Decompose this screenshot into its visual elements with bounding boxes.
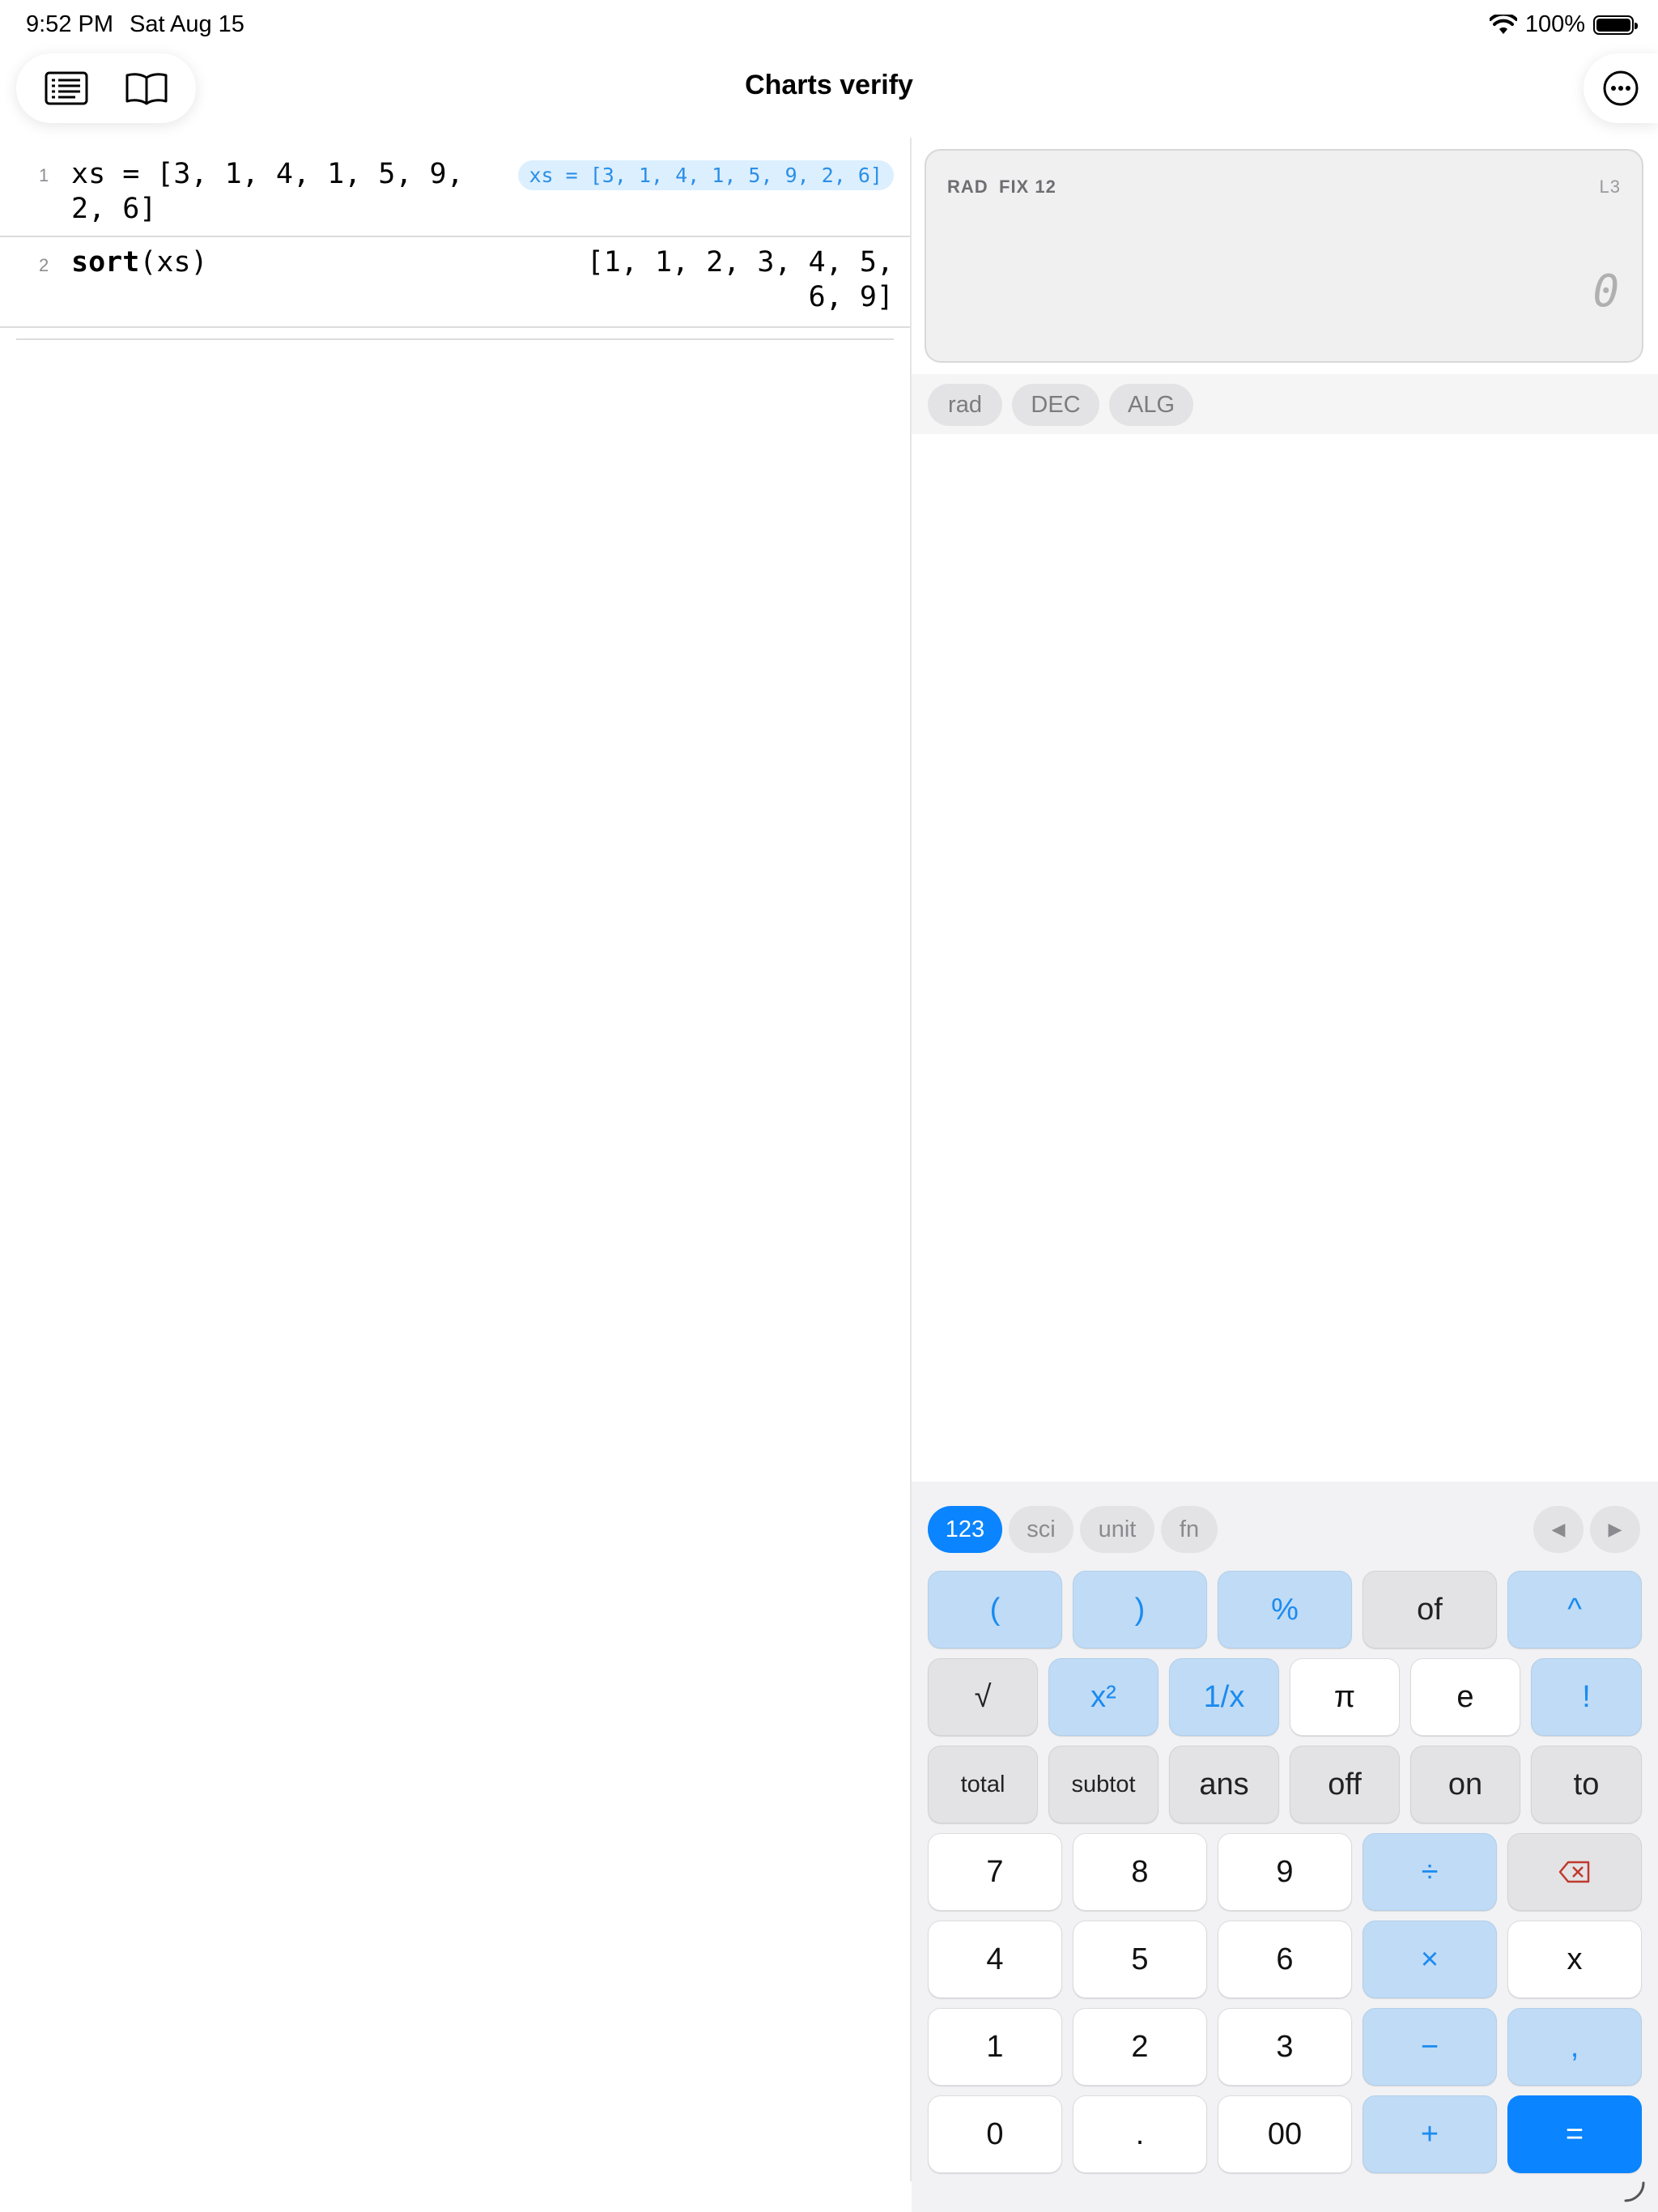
resize-handle-icon[interactable] — [1622, 2180, 1647, 2204]
key-3[interactable]: 3 — [1218, 2008, 1352, 2086]
line-code[interactable]: sort(xs) — [71, 245, 208, 280]
key-e[interactable]: e — [1410, 1658, 1520, 1736]
more-button[interactable] — [1584, 53, 1658, 123]
mode-chip-bar: rad DEC ALG — [912, 374, 1658, 434]
editor-line[interactable]: 2 sort(xs) [1, 1, 2, 3, 4, 5, 6, 9] — [0, 237, 910, 328]
line-result: [1, 1, 2, 3, 4, 5, 6, 9] — [586, 246, 894, 313]
stack-level-indicator: L3 — [1599, 177, 1621, 197]
key-2[interactable]: 2 — [1073, 2008, 1207, 2086]
key-9[interactable]: 9 — [1218, 1833, 1352, 1911]
key-comma[interactable]: , — [1507, 2008, 1642, 2086]
chip-rad[interactable]: rad — [928, 384, 1002, 426]
key-sqrt[interactable]: √ — [928, 1658, 1038, 1736]
key-square[interactable]: x² — [1048, 1658, 1158, 1736]
key-close-paren[interactable]: ) — [1073, 1571, 1207, 1648]
key-to[interactable]: to — [1531, 1746, 1642, 1823]
more-icon — [1603, 70, 1639, 106]
battery-percent: 100% — [1524, 11, 1585, 37]
function-name: sort — [71, 246, 140, 279]
display-value: 0 — [1592, 266, 1619, 317]
key-1[interactable]: 1 — [928, 2008, 1062, 2086]
page-title: Charts verify — [745, 70, 913, 100]
key-open-paren[interactable]: ( — [928, 1571, 1062, 1648]
cursor-right-button[interactable]: ▶ — [1590, 1506, 1640, 1553]
key-7[interactable]: 7 — [928, 1833, 1062, 1911]
angle-mode-indicator: RAD — [947, 177, 988, 197]
key-0[interactable]: 0 — [928, 2095, 1062, 2173]
key-total[interactable]: total — [928, 1746, 1038, 1823]
key-8[interactable]: 8 — [1073, 1833, 1207, 1911]
key-subtot[interactable]: subtot — [1048, 1746, 1158, 1823]
key-x[interactable]: x — [1507, 1921, 1642, 1998]
key-power[interactable]: ^ — [1507, 1571, 1642, 1648]
key-equals[interactable]: = — [1507, 2095, 1642, 2173]
status-time: 9:52 PM — [26, 11, 113, 37]
line-number: 1 — [39, 165, 49, 185]
key-decimal[interactable]: . — [1073, 2095, 1207, 2173]
function-args: (xs) — [139, 246, 208, 279]
key-factorial[interactable]: ! — [1531, 1658, 1642, 1736]
key-5[interactable]: 5 — [1073, 1921, 1207, 1998]
calculator-display: RAD FIX 12 L3 0 — [925, 149, 1643, 363]
status-date: Sat Aug 15 — [130, 11, 244, 37]
key-ans[interactable]: ans — [1169, 1746, 1279, 1823]
line-number: 2 — [39, 255, 49, 275]
tab-unit[interactable]: unit — [1080, 1506, 1154, 1553]
tab-sci[interactable]: sci — [1009, 1506, 1073, 1553]
calculator-keyboard: 123 sci unit fn ◀ ▶ ( ) % of ^ √ x² 1/x … — [912, 1482, 1658, 2212]
key-4[interactable]: 4 — [928, 1921, 1062, 1998]
key-plus[interactable]: + — [1363, 2095, 1497, 2173]
tab-fn[interactable]: fn — [1161, 1506, 1218, 1553]
tab-123[interactable]: 123 — [928, 1506, 1002, 1553]
backspace-icon — [1558, 1861, 1590, 1883]
key-pi[interactable]: π — [1290, 1658, 1400, 1736]
chip-alg[interactable]: ALG — [1109, 384, 1193, 426]
result-chip[interactable]: xs = [3, 1, 4, 1, 5, 9, 2, 6] — [517, 160, 894, 190]
wifi-icon — [1489, 14, 1517, 34]
battery-icon — [1593, 15, 1638, 35]
key-minus[interactable]: − — [1363, 2008, 1497, 2086]
line-code[interactable]: xs = [3, 1, 4, 1, 5, 9, 2, 6] — [71, 157, 464, 227]
key-double-zero[interactable]: 00 — [1218, 2095, 1352, 2173]
key-divide[interactable]: ÷ — [1363, 1833, 1497, 1911]
cursor-left-button[interactable]: ◀ — [1533, 1506, 1584, 1553]
format-indicator: FIX 12 — [999, 177, 1056, 197]
key-of[interactable]: of — [1363, 1571, 1497, 1648]
status-right: 100% — [1489, 11, 1638, 38]
key-off[interactable]: off — [1290, 1746, 1400, 1823]
key-reciprocal[interactable]: 1/x — [1169, 1658, 1279, 1736]
key-backspace[interactable] — [1507, 1833, 1642, 1911]
key-on[interactable]: on — [1410, 1746, 1520, 1823]
key-multiply[interactable]: × — [1363, 1921, 1497, 1998]
editor-line[interactable]: 1 xs = [3, 1, 4, 1, 5, 9, 2, 6] xs = [3,… — [0, 138, 910, 237]
key-6[interactable]: 6 — [1218, 1921, 1352, 1998]
status-bar: 9:52 PM Sat Aug 15 100% — [0, 0, 1658, 52]
chip-dec[interactable]: DEC — [1012, 384, 1099, 426]
key-percent[interactable]: % — [1218, 1571, 1352, 1648]
calculator-pane: RAD FIX 12 L3 0 rad DEC ALG 123 sci unit… — [912, 138, 1658, 2212]
editor[interactable]: 1 xs = [3, 1, 4, 1, 5, 9, 2, 6] xs = [3,… — [0, 138, 910, 328]
editor-end-divider — [16, 338, 894, 340]
